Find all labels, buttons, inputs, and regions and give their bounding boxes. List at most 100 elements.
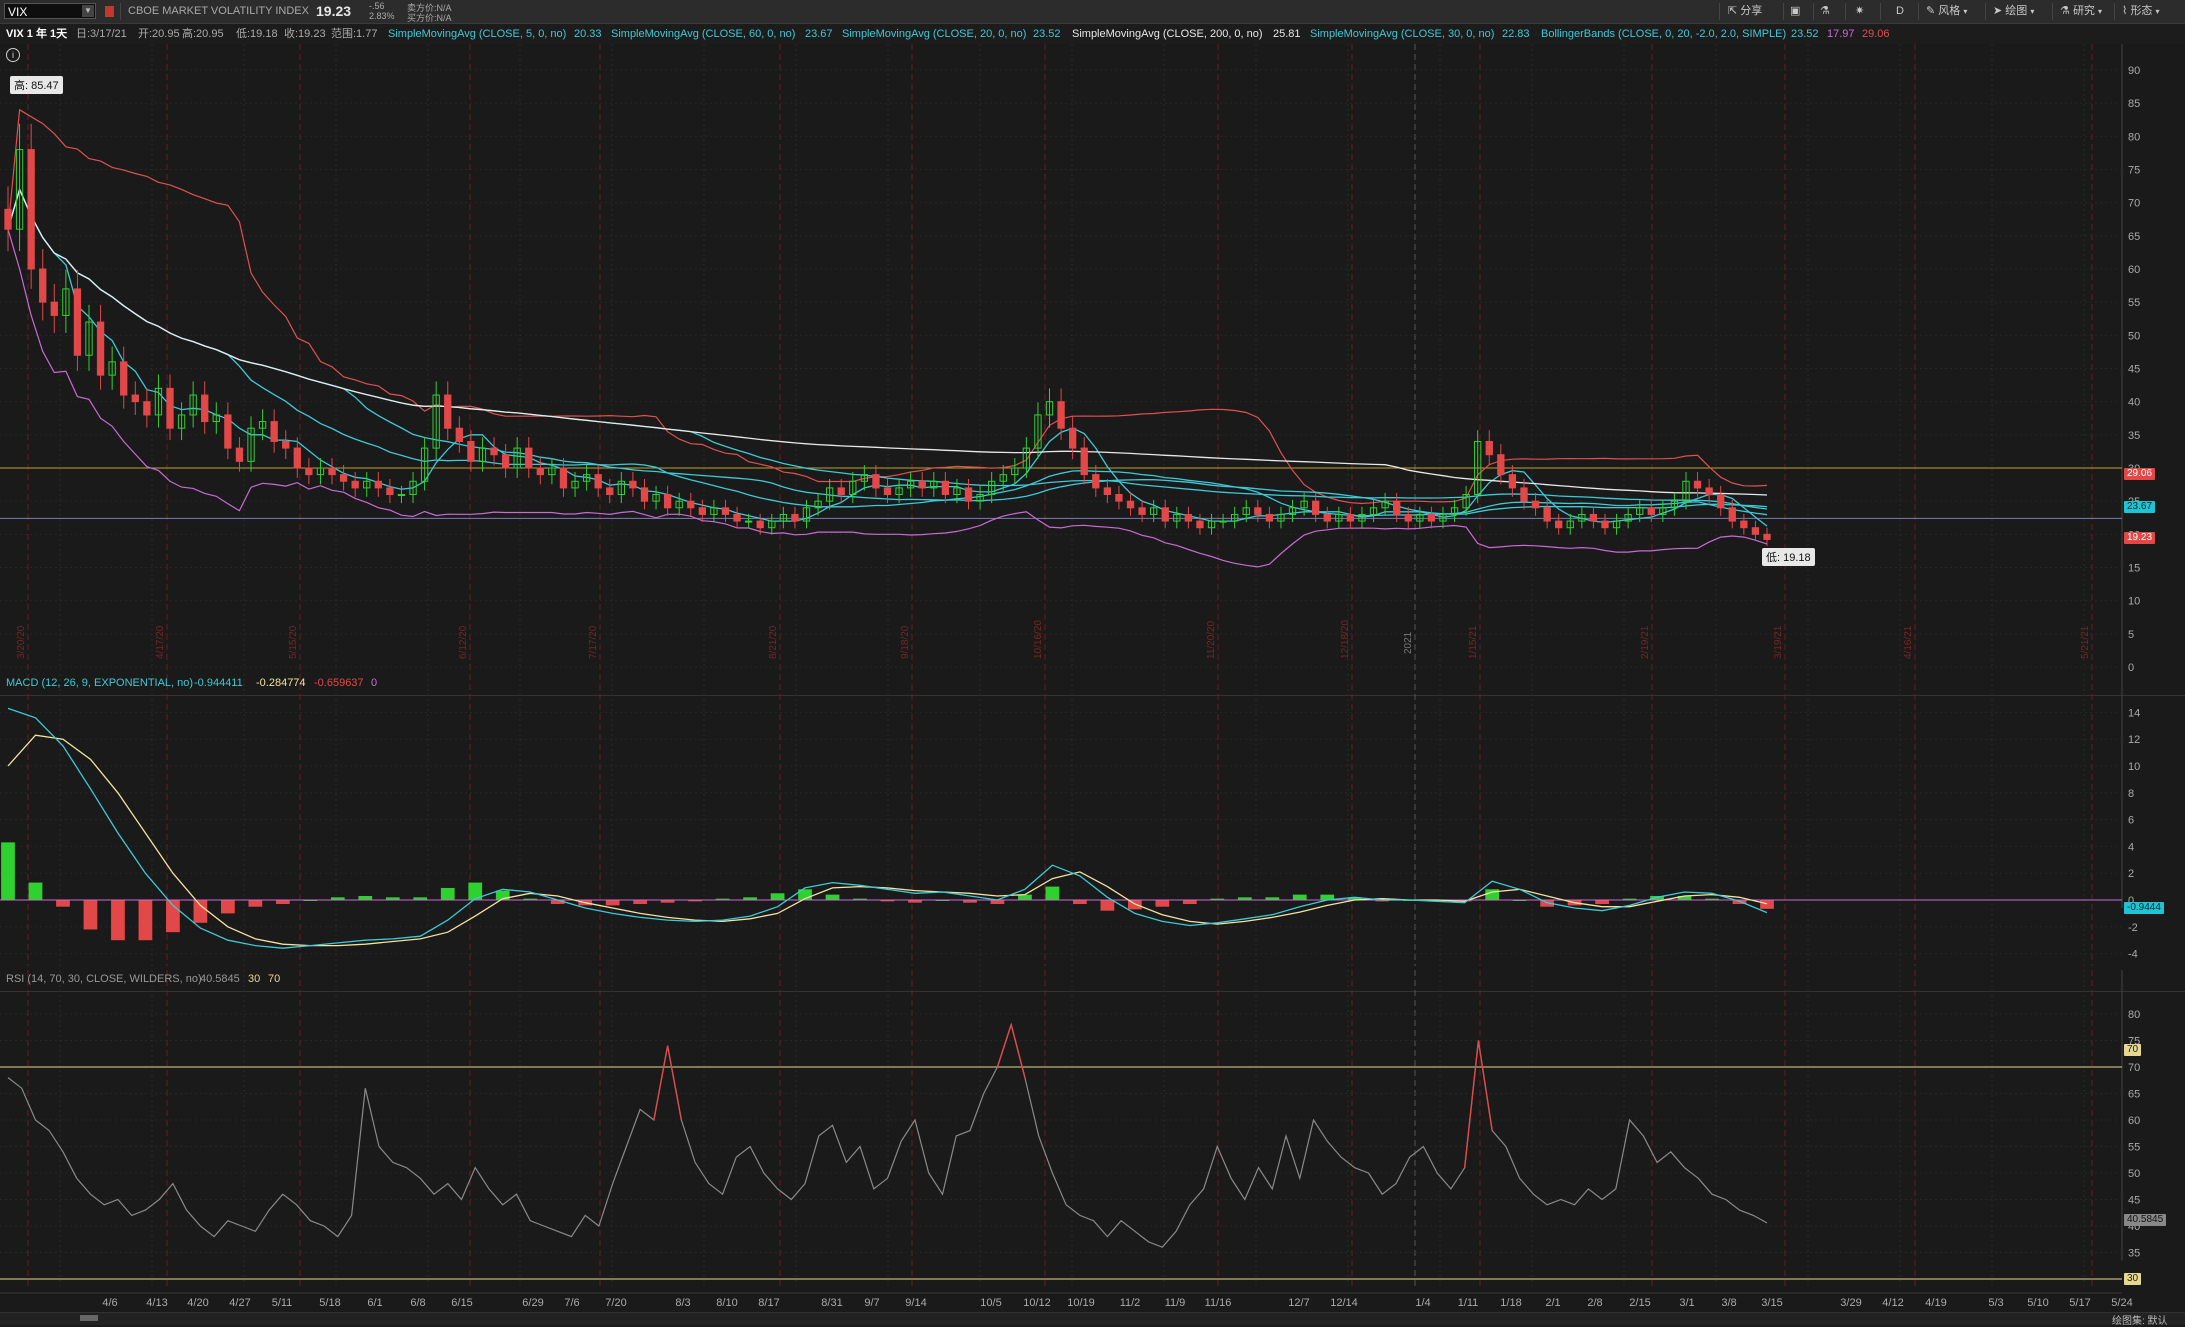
y-tick-label: 5	[2128, 629, 2134, 641]
candle-body	[386, 487, 394, 496]
candle-body	[166, 387, 174, 429]
info-icon[interactable]: i	[6, 48, 20, 62]
x-axis: 4/6 4/13 4/20 4/27 5/11 5/18 6/1 6/8 6/15 6/29 7/6…	[0, 1292, 2133, 1309]
candle-body	[224, 414, 232, 449]
candle-body	[96, 321, 105, 376]
candle-body	[1717, 494, 1725, 509]
macd-histogram-bar	[1155, 900, 1170, 907]
study-bollinger[interactable]: BollingerBands (CLOSE, 0, 20, -2.0, 2.0,…	[1541, 27, 1786, 41]
macd-chart[interactable]: 14 12 10 8 6 4 2 0 -2 -4	[0, 674, 2185, 966]
candle-body	[1728, 507, 1736, 522]
x-tick-label: 8/17	[758, 1297, 779, 1309]
style-menu[interactable]: ✎ 风格 ▾	[1926, 3, 1967, 20]
macd-histogram-bar	[56, 900, 70, 907]
candle-body	[50, 301, 58, 316]
study-sma200[interactable]: SimpleMovingAvg (CLOSE, 200, 0, no)	[1072, 27, 1263, 41]
y-tick-label: 45	[2128, 364, 2140, 376]
macd-label[interactable]: MACD (12, 26, 9, EXPONENTIAL, no)	[6, 676, 193, 690]
price-badge-last: 19.23	[2124, 532, 2156, 544]
study-sma20[interactable]: SimpleMovingAvg (CLOSE, 20, 0, no)	[842, 27, 1026, 41]
candle-body	[235, 447, 244, 462]
pct-change: 2.83%	[369, 11, 395, 21]
macd-diff: -0.659637	[314, 677, 364, 689]
study-sma30[interactable]: SimpleMovingAvg (CLOSE, 30, 0, no)	[1310, 27, 1494, 41]
candle-body	[1393, 500, 1401, 515]
x-tick-label: 4/19	[1925, 1297, 1946, 1309]
research-label: 研究	[2072, 5, 2095, 17]
bar-low: 低:19.18	[236, 28, 278, 40]
candle-body	[143, 401, 151, 416]
candle-body	[663, 494, 672, 509]
candle-body	[1601, 520, 1609, 529]
rsi-label[interactable]: RSI (14, 70, 30, CLOSE, WILDERS, no)	[6, 972, 202, 986]
drawing-menu[interactable]: ➤ 绘图 ▾	[1993, 3, 2034, 20]
macd-badge: -0.9444	[2124, 902, 2164, 914]
y-tick-label: 0	[2128, 662, 2134, 674]
x-tick-label: 5/18	[319, 1297, 340, 1309]
x-tick-label: 9/7	[864, 1297, 879, 1309]
period-button[interactable]: D	[1896, 3, 1904, 20]
candle-body	[964, 487, 973, 502]
study-sma60[interactable]: SimpleMovingAvg (CLOSE, 60, 0, no)	[611, 27, 795, 41]
candle-body	[1068, 427, 1077, 449]
settings-button[interactable]: ✷	[1855, 3, 1864, 20]
y-tick-label: 40	[2128, 397, 2140, 409]
drawing-label: 绘图	[2005, 5, 2028, 17]
candle-body	[1219, 520, 1227, 523]
research-menu[interactable]: ⚗ 研究 ▾	[2060, 3, 2102, 20]
candle-body	[1080, 447, 1088, 476]
rsi-overbought-segment	[996, 1024, 1012, 1068]
style-label: 风格	[1938, 5, 1961, 17]
macd-histogram-bar	[1073, 900, 1087, 905]
candle-body	[1196, 520, 1204, 529]
y-tick-label: 65	[2128, 231, 2140, 243]
x-tick-label: 1/18	[1500, 1297, 1521, 1309]
symbol-dropdown-icon[interactable]: ▼	[82, 5, 94, 17]
month-date-label: 6/12/20	[458, 625, 469, 659]
x-tick-label: 1/11	[1458, 1297, 1479, 1309]
candle-body	[1751, 527, 1760, 535]
rsi-pane[interactable]: 80 75 70 65 60 55 50 45 40 35 RSI (14, 70, 30, CL…	[0, 970, 2185, 1286]
study-sma20-value: 23.52	[1033, 28, 1061, 40]
macd-histogram-bar	[1182, 900, 1197, 905]
candle-body	[339, 474, 348, 482]
scroll-handle[interactable]	[80, 1315, 98, 1321]
x-tick-label: 10/19	[1067, 1297, 1095, 1309]
bar-open: 开:20.95	[138, 28, 180, 40]
y-tick-label: 65	[2128, 1089, 2140, 1101]
candle-body	[1092, 474, 1100, 489]
x-tick-label: 8/3	[675, 1297, 690, 1309]
candle-body	[629, 480, 637, 489]
pattern-menu[interactable]: ⌇ 形态 ▾	[2122, 3, 2160, 20]
link-group-icon[interactable]	[105, 6, 114, 17]
x-tick-label: 8/31	[821, 1297, 842, 1309]
candle-body	[293, 447, 301, 469]
y-tick-label: 75	[2128, 165, 2140, 177]
study-sma5[interactable]: SimpleMovingAvg (CLOSE, 5, 0, no)	[388, 27, 566, 41]
price-chart[interactable]: 9085807570656055504540353025201510503/20…	[0, 44, 2185, 675]
price-pane[interactable]: 9085807570656055504540353025201510503/20…	[0, 44, 2185, 675]
chart-snapshot-button[interactable]: ▣	[1790, 3, 1800, 20]
candle-body	[606, 487, 614, 496]
x-tick-label: 5/10	[2027, 1297, 2048, 1309]
macd-histogram-bar	[1595, 900, 1609, 905]
y-tick-label: 10	[2128, 596, 2140, 608]
rsi-chart[interactable]: 80757065605550454035	[0, 970, 2185, 1286]
flask-button[interactable]: ⚗	[1820, 3, 1830, 20]
candle-body	[872, 474, 880, 489]
y-tick-label: 55	[2128, 1142, 2140, 1154]
chart-label[interactable]: VIX 1 年 1天	[6, 27, 67, 41]
y-tick-label: 6	[2128, 815, 2134, 827]
x-tick-label: 9/14	[905, 1297, 926, 1309]
y-tick-label: 8	[2128, 788, 2134, 800]
x-tick-label: 11/2	[1120, 1297, 1141, 1309]
y-tick-label: 70	[2128, 198, 2140, 210]
x-tick-label: 12/7	[1288, 1297, 1309, 1309]
macd-pane[interactable]: 14 12 10 8 6 4 2 0 -2 -4 MACD (12, 26, 9, EXPONEN…	[0, 674, 2185, 966]
share-button[interactable]: ⇱ 分享	[1728, 3, 1762, 20]
macd-zero: 0	[371, 677, 378, 689]
rsi-value: 40.5845	[200, 973, 240, 985]
pane-separator	[0, 695, 2185, 696]
drawing-set-label[interactable]: 绘图集: 默认	[2112, 1312, 2168, 1327]
candle-body	[1485, 440, 1493, 456]
